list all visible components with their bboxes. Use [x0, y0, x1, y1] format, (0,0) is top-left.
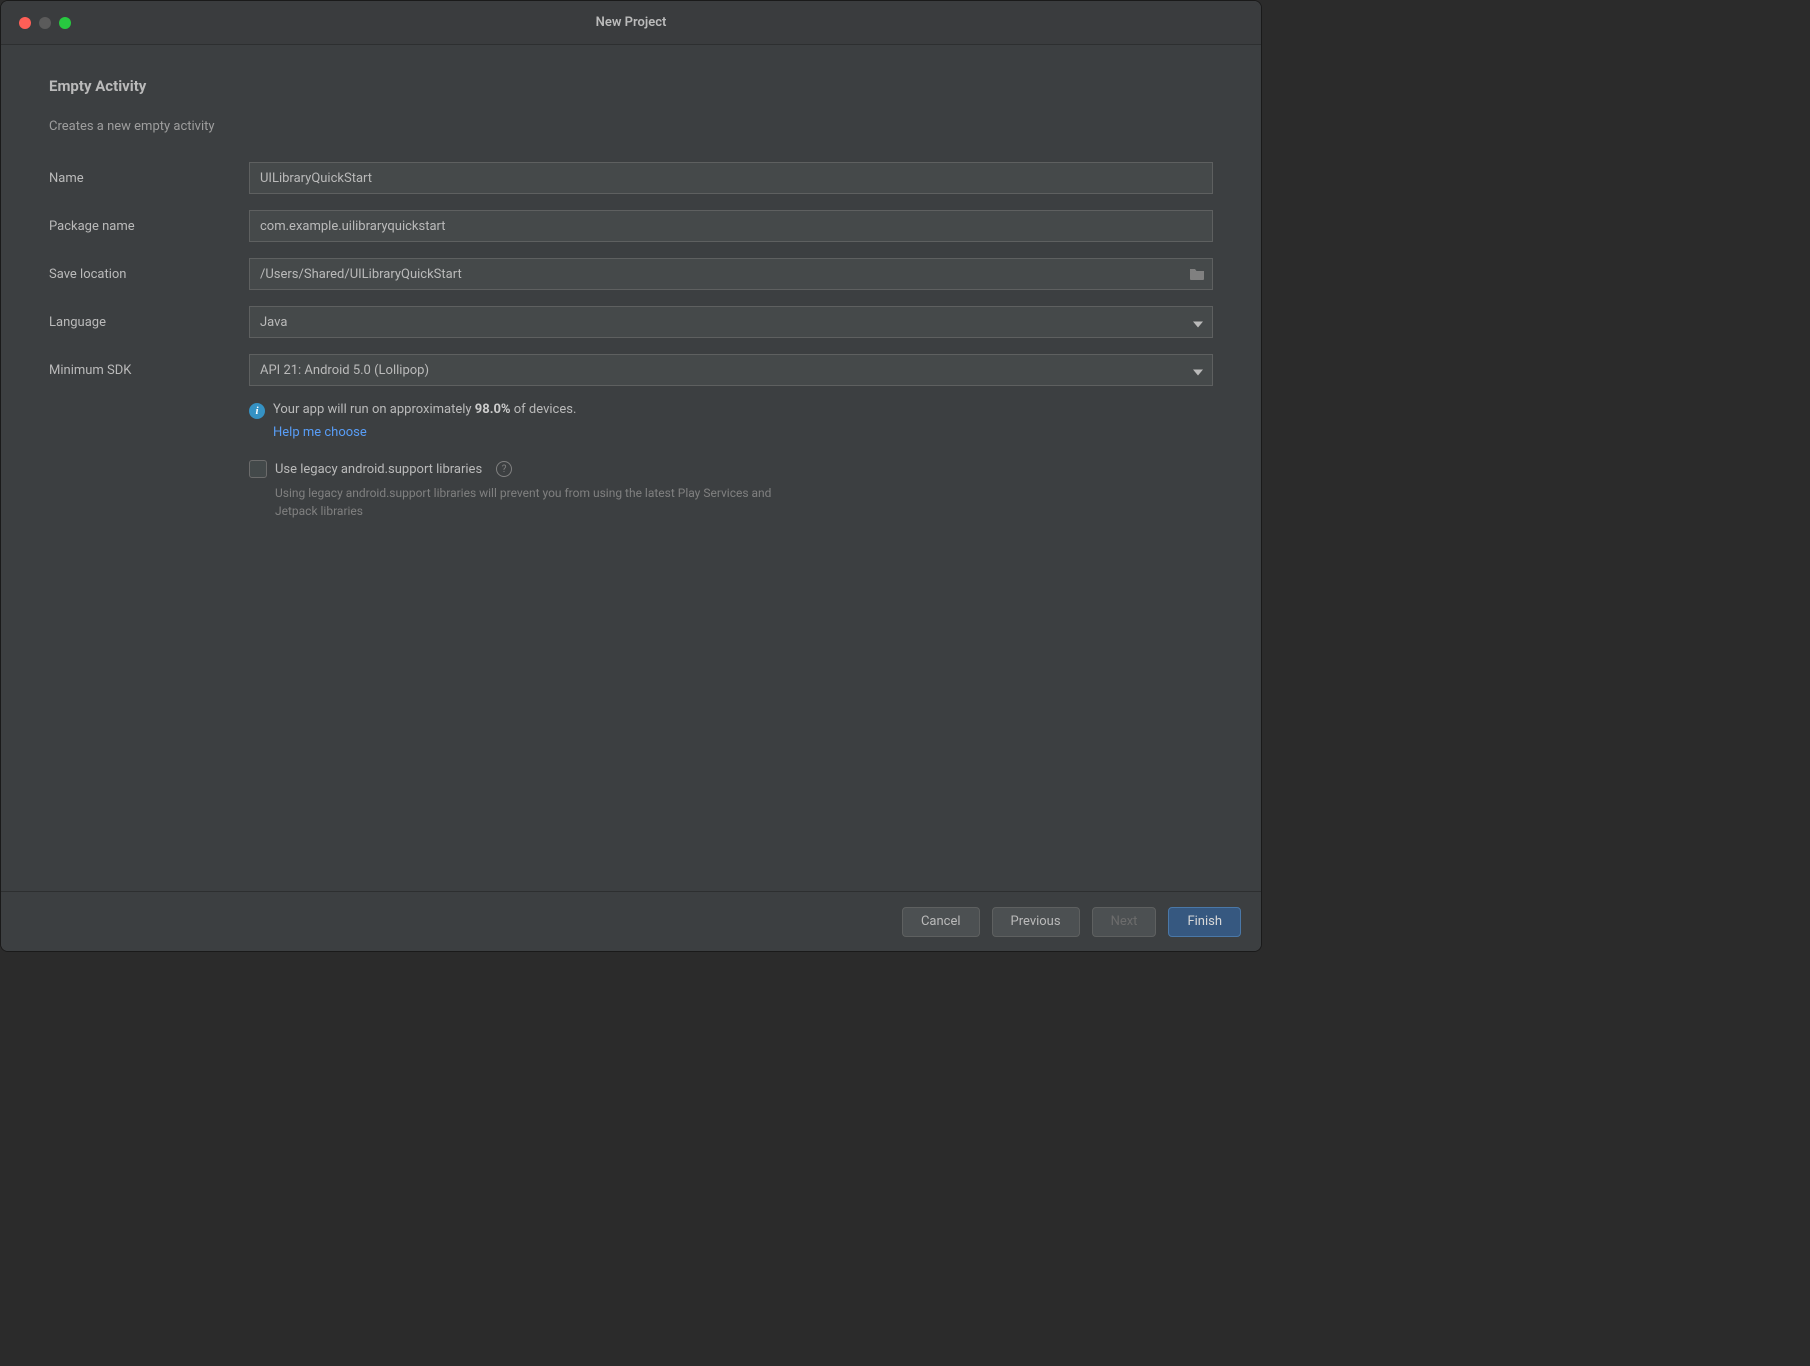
footer-buttons: Cancel Previous Next Finish [1, 891, 1261, 951]
package-row: Package name [49, 210, 1213, 242]
save-location-input[interactable] [249, 258, 1213, 290]
legacy-libraries-description: Using legacy android.support libraries w… [275, 484, 775, 520]
next-button[interactable]: Next [1092, 907, 1157, 937]
save-location-row: Save location [49, 258, 1213, 290]
maximize-window-button[interactable] [59, 17, 71, 29]
folder-browse-icon[interactable] [1189, 267, 1205, 281]
finish-button[interactable]: Finish [1168, 907, 1241, 937]
minimize-window-button[interactable] [39, 17, 51, 29]
package-label: Package name [49, 219, 249, 234]
cancel-button[interactable]: Cancel [902, 907, 980, 937]
device-coverage-info: i Your app will run on approximately 98.… [249, 402, 1213, 440]
name-label: Name [49, 171, 249, 186]
section-heading: Empty Activity [49, 77, 1213, 95]
language-row: Language Java [49, 306, 1213, 338]
package-input[interactable] [249, 210, 1213, 242]
window-title: New Project [1, 15, 1261, 30]
language-label: Language [49, 315, 249, 330]
close-window-button[interactable] [19, 17, 31, 29]
minimum-sdk-value: API 21: Android 5.0 (Lollipop) [260, 363, 429, 378]
info-icon: i [249, 403, 265, 419]
help-me-choose-link[interactable]: Help me choose [273, 425, 367, 440]
language-value: Java [260, 315, 287, 330]
content-area: Empty Activity Creates a new empty activ… [1, 45, 1261, 891]
new-project-window: New Project Empty Activity Creates a new… [0, 0, 1262, 952]
section-description: Creates a new empty activity [49, 119, 1213, 134]
save-location-label: Save location [49, 267, 249, 282]
window-controls [1, 17, 71, 29]
minimum-sdk-label: Minimum SDK [49, 363, 249, 378]
minimum-sdk-row: Minimum SDK API 21: Android 5.0 (Lollipo… [49, 354, 1213, 386]
legacy-libraries-checkbox[interactable] [249, 460, 267, 478]
name-row: Name [49, 162, 1213, 194]
language-select[interactable]: Java [249, 306, 1213, 338]
legacy-libraries-label[interactable]: Use legacy android.support libraries [275, 462, 482, 477]
minimum-sdk-select[interactable]: API 21: Android 5.0 (Lollipop) [249, 354, 1213, 386]
legacy-libraries-row: Use legacy android.support libraries ? U… [249, 460, 1213, 520]
name-input[interactable] [249, 162, 1213, 194]
device-coverage-text: Your app will run on approximately 98.0%… [273, 402, 576, 417]
help-icon[interactable]: ? [496, 461, 512, 477]
previous-button[interactable]: Previous [992, 907, 1080, 937]
titlebar: New Project [1, 1, 1261, 45]
